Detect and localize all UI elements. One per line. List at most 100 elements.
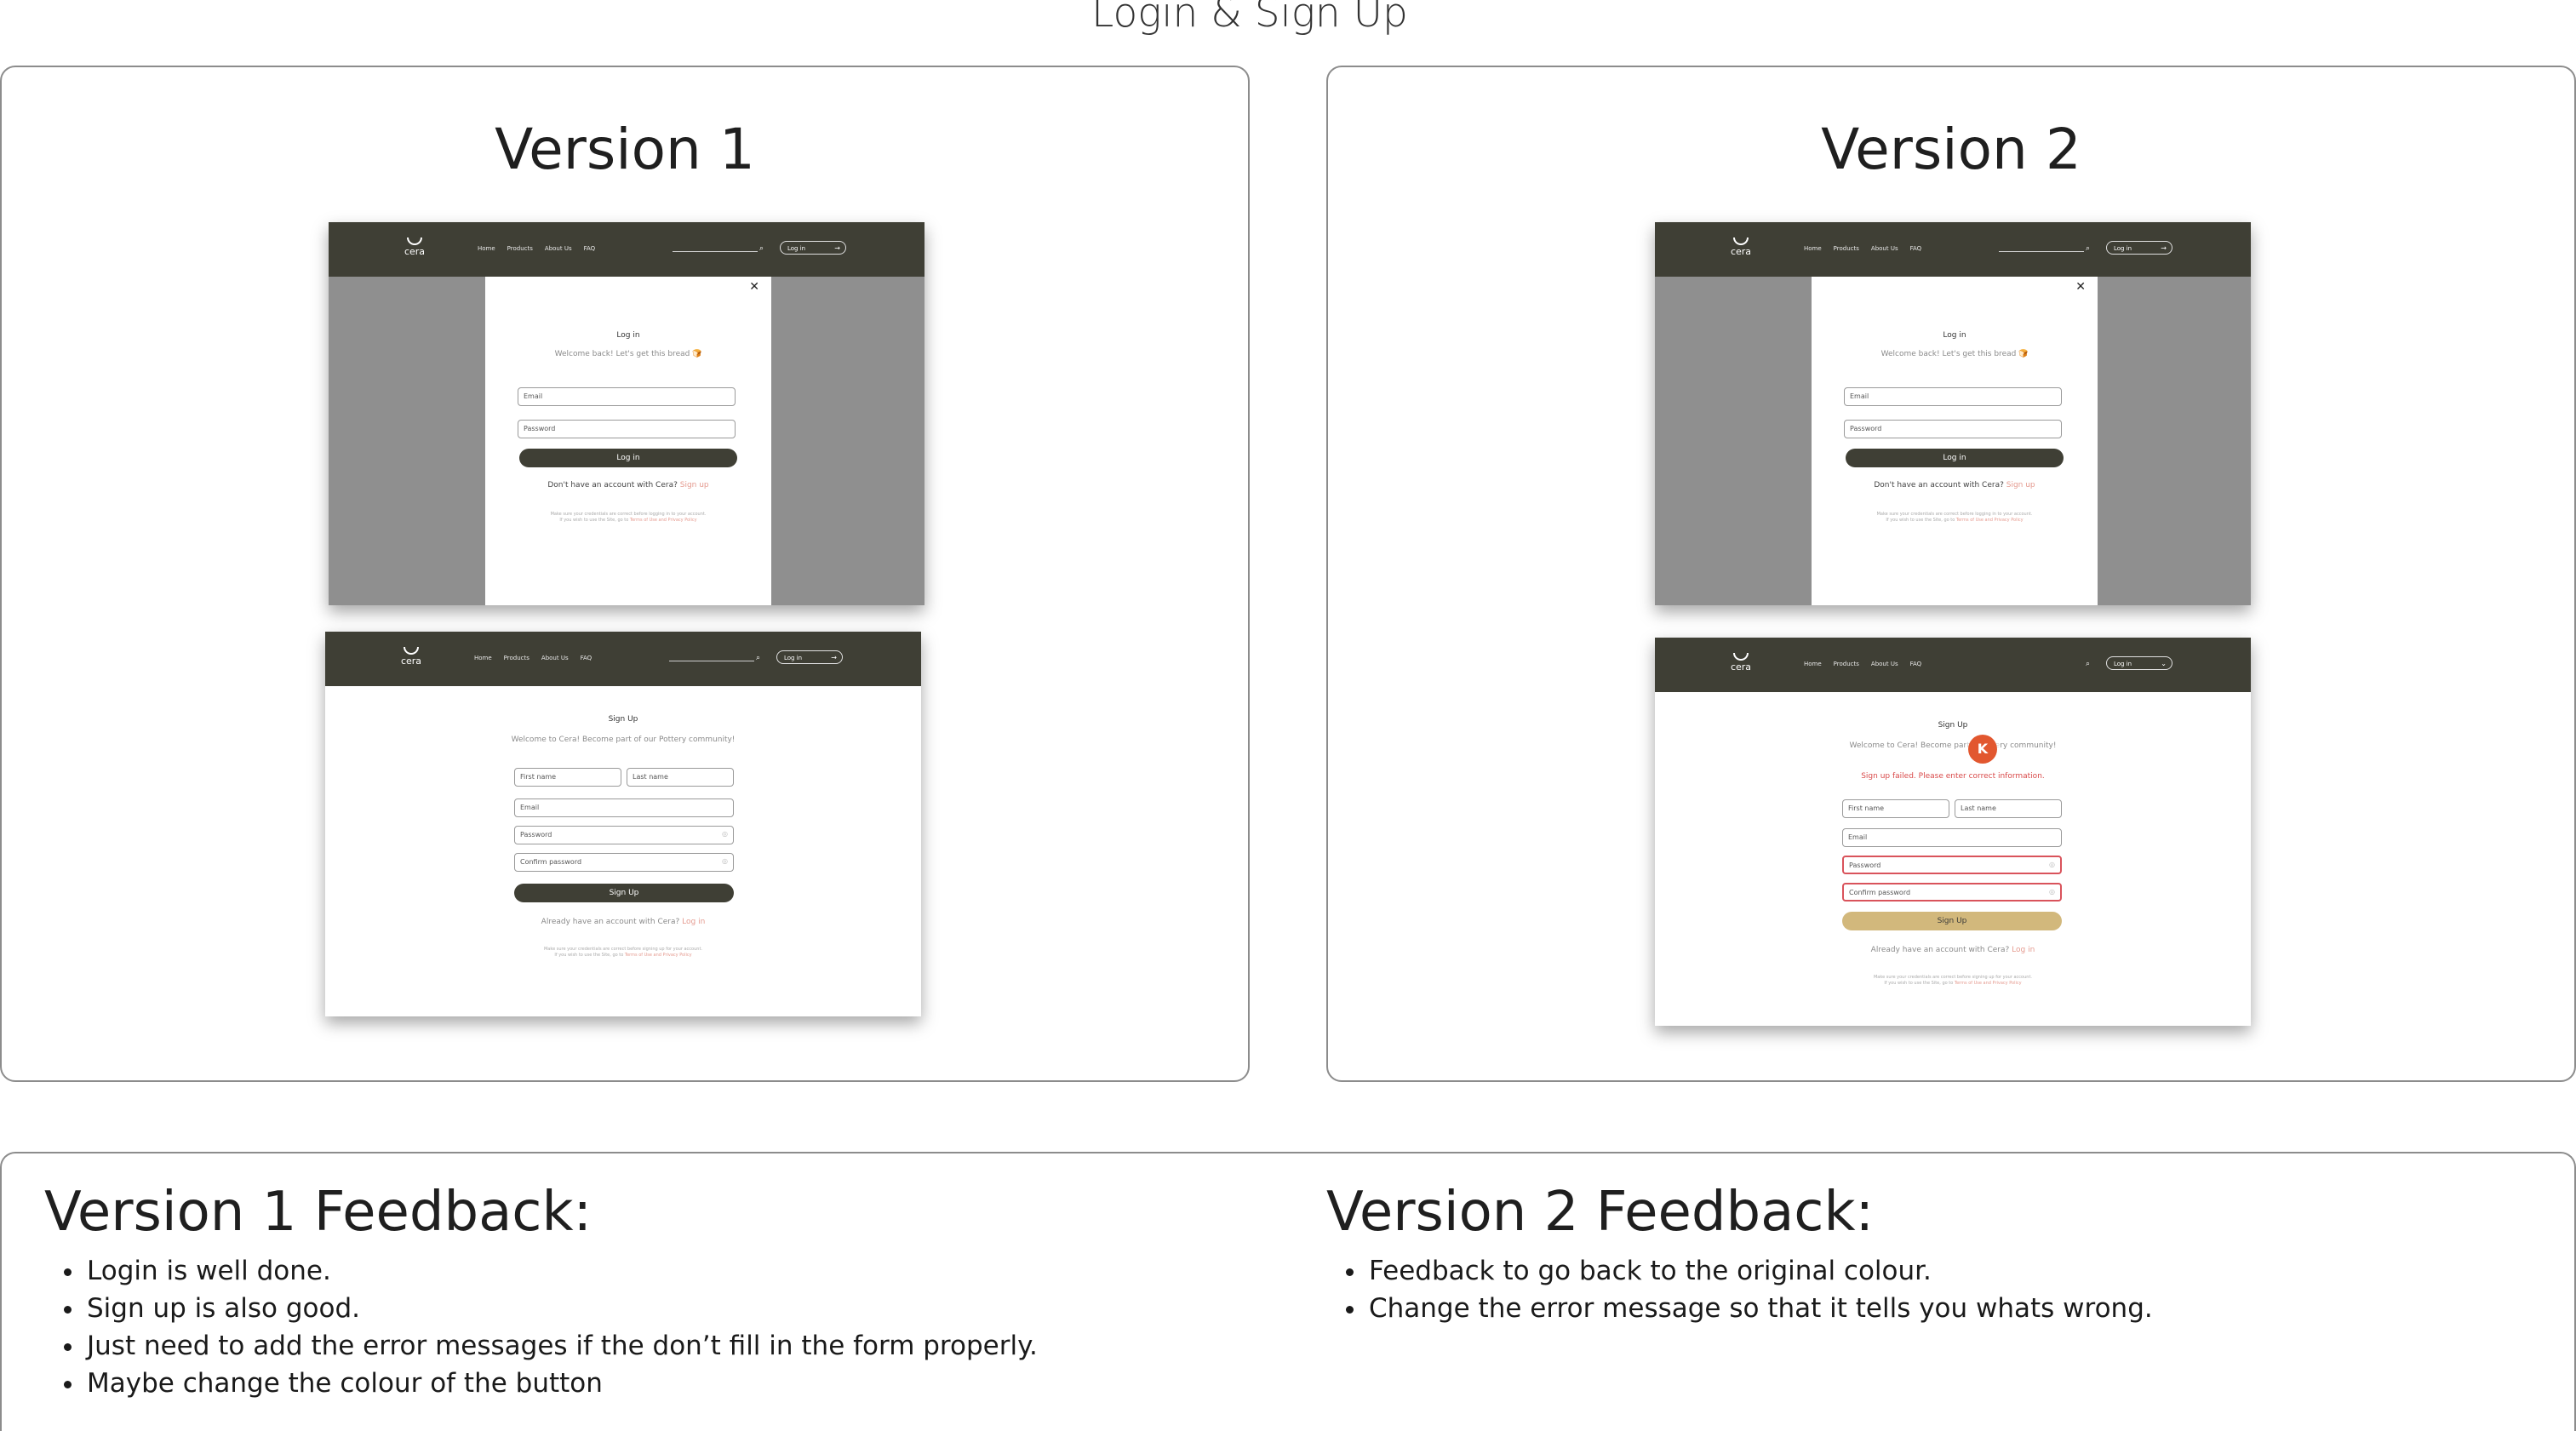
terms-link[interactable]: Terms of Use and Privacy Policy <box>625 953 692 958</box>
eye-icon[interactable]: ◎ <box>2049 888 2055 896</box>
terms-link[interactable]: Terms of Use and Privacy Policy <box>1955 981 2022 986</box>
feedback-item: Change the error message so that it tell… <box>1367 1290 2518 1327</box>
signup-button[interactable]: Sign Up <box>514 884 734 902</box>
email-field[interactable]: Email <box>514 798 734 817</box>
eye-icon[interactable]: ◎ <box>722 857 728 865</box>
cera-logo[interactable]: cera <box>402 238 427 256</box>
last-name-field[interactable]: Last name <box>627 768 734 787</box>
cursor-avatar: K <box>1968 735 1997 764</box>
version-1-title: Version 1 <box>495 117 755 182</box>
v1-feedback-title: Version 1 Feedback: <box>44 1181 592 1244</box>
cera-logo[interactable]: cera <box>398 647 424 666</box>
nav-products[interactable]: Products <box>1834 245 1859 252</box>
navbar: cera Home Products About Us FAQ ⌕ Log in… <box>329 222 924 277</box>
nav-home[interactable]: Home <box>1804 661 1822 667</box>
search-icon[interactable]: ⌕ <box>2086 244 2090 253</box>
search-input[interactable] <box>673 251 758 252</box>
version-2-panel: Version 2 cera Home Products About Us FA… <box>1326 66 2576 1082</box>
v2-login-screen: cera Home Products About Us FAQ ⌕ Log in… <box>1655 222 2251 605</box>
signup-link[interactable]: Sign up <box>680 481 709 489</box>
email-field[interactable]: Email <box>1842 828 2062 847</box>
email-field[interactable]: Email <box>1844 387 2062 406</box>
fine-print: Make sure your credentials are correct b… <box>1876 512 2033 523</box>
feedback-item: Login is well done. <box>85 1252 1236 1290</box>
nav-home[interactable]: Home <box>478 245 495 252</box>
login-arrow-icon: → <box>831 654 837 661</box>
signup-subtitle: Welcome to Cera! Become part of our Pott… <box>511 736 736 744</box>
terms-link[interactable]: Terms of Use and Privacy Policy <box>1956 518 2024 523</box>
login-modal: ✕ Log in Welcome back! Let's get this br… <box>1812 277 2098 605</box>
login-link[interactable]: Log in <box>682 918 705 926</box>
v1-signup-screen: cera Home Products About Us FAQ ⌕ Log in… <box>325 632 921 1016</box>
login-title: Log in <box>1943 331 1966 340</box>
feedback-item: Just need to add the error messages if t… <box>85 1327 1236 1365</box>
password-field[interactable]: Password <box>518 420 736 438</box>
login-button[interactable]: Log in <box>1846 449 2064 467</box>
login-prompt: Already have an account with Cera? Log i… <box>541 918 706 926</box>
v2-feedback-title: Version 2 Feedback: <box>1326 1181 1875 1244</box>
nav-login-button[interactable]: Log in → <box>776 650 843 664</box>
nav-login-button[interactable]: Log in ⌄ <box>2106 656 2172 670</box>
page-title: Login & Sign Up <box>1091 0 1408 37</box>
search-icon[interactable]: ⌕ <box>759 244 764 253</box>
chevron-down-icon: ⌄ <box>2161 660 2167 667</box>
email-field[interactable]: Email <box>518 387 736 406</box>
nav-faq[interactable]: FAQ <box>584 245 596 252</box>
login-link[interactable]: Log in <box>2012 946 2035 954</box>
feedback-item: Maybe change the colour of the button <box>85 1365 1236 1402</box>
login-title: Log in <box>616 331 640 340</box>
login-arrow-icon: → <box>2161 244 2167 252</box>
nav-about[interactable]: About Us <box>1871 245 1898 252</box>
login-subtitle: Welcome back! Let's get this bread 🍞 <box>554 350 702 358</box>
password-field[interactable]: Password ◎ <box>514 826 734 844</box>
fine-print: Make sure your credentials are correct b… <box>543 947 702 958</box>
confirm-password-field[interactable]: Confirm password ◎ <box>1842 883 2062 902</box>
search-input[interactable] <box>1999 251 2084 252</box>
first-name-field[interactable]: First name <box>514 768 621 787</box>
nav-about[interactable]: About Us <box>1871 661 1898 667</box>
confirm-password-field[interactable]: Confirm password ◎ <box>514 853 734 872</box>
first-name-field[interactable]: First name <box>1842 799 1949 818</box>
search-icon[interactable]: ⌕ <box>756 654 760 662</box>
login-button[interactable]: Log in <box>519 449 737 467</box>
v2-signup-screen: cera Home Products About Us FAQ ⌕ Log in… <box>1655 638 2251 1026</box>
search-icon[interactable]: ⌕ <box>2086 660 2090 668</box>
feedback-item: Feedback to go back to the original colo… <box>1367 1252 2518 1290</box>
nav-products[interactable]: Products <box>504 655 530 661</box>
signup-link[interactable]: Sign up <box>2006 481 2035 489</box>
password-field[interactable]: Password ◎ <box>1842 856 2062 874</box>
close-icon[interactable]: ✕ <box>2075 280 2086 294</box>
nav-faq[interactable]: FAQ <box>1910 245 1922 252</box>
login-arrow-icon: → <box>834 244 840 252</box>
eye-icon[interactable]: ◎ <box>722 830 728 838</box>
signup-title: Sign Up <box>1938 721 1968 730</box>
nav-home[interactable]: Home <box>1804 245 1822 252</box>
nav-login-button[interactable]: Log in → <box>780 241 846 255</box>
password-field[interactable]: Password <box>1844 420 2062 438</box>
nav-about[interactable]: About Us <box>541 655 569 661</box>
navbar: cera Home Products About Us FAQ ⌕ Log in… <box>1655 222 2251 277</box>
v1-login-screen: cera Home Products About Us FAQ ⌕ Log in… <box>329 222 924 605</box>
signup-title: Sign Up <box>608 715 638 724</box>
feedback-item: Sign up is also good. <box>85 1290 1236 1327</box>
navbar: cera Home Products About Us FAQ ⌕ Log in… <box>1655 638 2251 692</box>
cera-logo[interactable]: cera <box>1728 653 1754 672</box>
navbar: cera Home Products About Us FAQ ⌕ Log in… <box>325 632 921 686</box>
fine-print: Make sure your credentials are correct b… <box>550 512 707 523</box>
nav-home[interactable]: Home <box>474 655 492 661</box>
nav-products[interactable]: Products <box>1834 661 1859 667</box>
cera-logo[interactable]: cera <box>1728 238 1754 256</box>
terms-link[interactable]: Terms of Use and Privacy Policy <box>630 518 697 523</box>
last-name-field[interactable]: Last name <box>1955 799 2062 818</box>
login-subtitle: Welcome back! Let's get this bread 🍞 <box>1880 350 2029 358</box>
nav-products[interactable]: Products <box>507 245 533 252</box>
signup-button[interactable]: Sign Up <box>1842 912 2062 930</box>
nav-faq[interactable]: FAQ <box>1910 661 1922 667</box>
eye-icon[interactable]: ◎ <box>2049 861 2055 868</box>
fine-print: Make sure your credentials are correct b… <box>1873 975 2032 986</box>
nav-login-button[interactable]: Log in → <box>2106 241 2172 255</box>
login-modal: ✕ Log in Welcome back! Let's get this br… <box>485 277 771 605</box>
nav-faq[interactable]: FAQ <box>581 655 592 661</box>
nav-about[interactable]: About Us <box>545 245 572 252</box>
close-icon[interactable]: ✕ <box>749 280 759 294</box>
